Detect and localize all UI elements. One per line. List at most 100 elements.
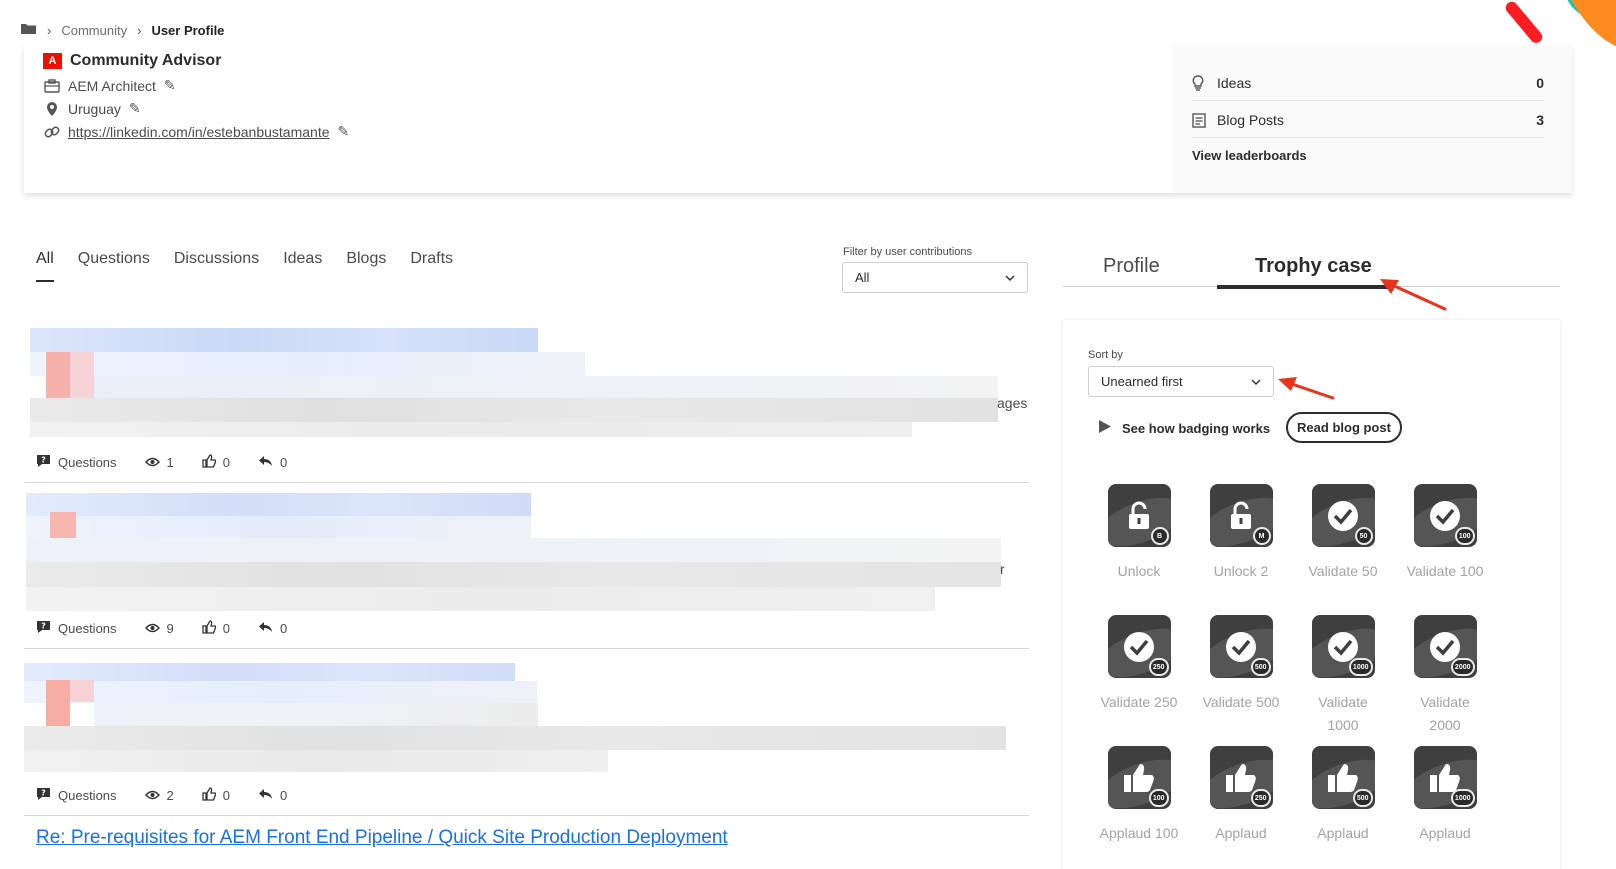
post-divider: [24, 482, 1029, 483]
badge-tile: 250: [1107, 615, 1171, 678]
profile-card: A Community Advisor AEM Architect ✎ Urug…: [24, 45, 1572, 193]
chevron-right-icon: ›: [137, 22, 142, 38]
tab-profile[interactable]: Profile: [1103, 255, 1160, 278]
post-text-fragment: r: [1000, 561, 1005, 577]
tab-ideas[interactable]: Ideas: [283, 250, 322, 268]
community-rank: A Community Advisor: [43, 52, 221, 70]
likes-value: 0: [222, 788, 231, 803]
blog-post-icon: [1192, 112, 1208, 128]
filter-label: Filter by user contributions: [843, 246, 972, 258]
badge-tile: 250: [1209, 746, 1273, 809]
badge-item[interactable]: 500 Validate 500: [1190, 615, 1292, 714]
badge-tile: 1000: [1413, 746, 1477, 809]
badge-item[interactable]: 100 Applaud 100: [1088, 746, 1190, 845]
badge-item[interactable]: M Unlock 2: [1190, 484, 1292, 583]
chevron-down-icon: [1005, 270, 1015, 285]
badge-level: B: [1150, 527, 1169, 545]
see-how-badging-works-button[interactable]: See how badging works: [1098, 419, 1270, 437]
badge-name: Applaud: [1215, 825, 1267, 841]
replies-count: 0: [258, 455, 287, 470]
badge-name: Validate 250: [1100, 694, 1178, 710]
badge-level: 50: [1354, 527, 1373, 545]
badge-level: 250: [1250, 789, 1271, 807]
likes-value: 0: [222, 621, 231, 636]
badge-tile: 100: [1413, 484, 1477, 547]
badge-item[interactable]: 1000 Applaud: [1394, 746, 1496, 845]
eye-icon: [144, 455, 160, 470]
badge-item[interactable]: 2000 Validate 2000: [1394, 615, 1496, 737]
edit-pencil-icon[interactable]: ✎: [129, 100, 141, 117]
likes-count: 0: [202, 620, 230, 637]
chevron-down-icon: [1251, 374, 1261, 389]
badge-item[interactable]: 50 Validate 50: [1292, 484, 1394, 583]
view-leaderboards-link[interactable]: View leaderboards: [1192, 148, 1307, 163]
location-pin-icon: [44, 101, 60, 117]
location-row: Uruguay ✎: [44, 100, 141, 117]
badge-name: Validate 500: [1202, 694, 1280, 710]
thumbs-up-icon: [202, 620, 216, 637]
badge-item[interactable]: B Unlock: [1088, 484, 1190, 583]
badge-name: Applaud: [1317, 825, 1369, 841]
location: Uruguay: [68, 100, 121, 117]
thread-title-link[interactable]: Re: Pre-requisites for AEM Front End Pip…: [36, 827, 728, 849]
badge-level: 2000: [1450, 658, 1475, 676]
badge-name: Unlock: [1117, 563, 1161, 579]
thumbs-up-icon: [202, 454, 216, 471]
badge-level: 100: [1148, 789, 1169, 807]
tab-drafts[interactable]: Drafts: [410, 250, 453, 268]
badge-name: Validate 1000: [1318, 694, 1368, 733]
stat-value: 3: [1536, 112, 1544, 128]
post-meta: ? Questions 2 0 0: [36, 787, 315, 804]
badge-item[interactable]: 100 Validate 100: [1394, 484, 1496, 583]
views-value: 1: [166, 455, 174, 470]
badge-item[interactable]: 250 Validate 250: [1088, 615, 1190, 714]
badge-name: Validate 2000: [1420, 694, 1470, 733]
annotation-arrow-icon: [1278, 377, 1335, 400]
badge-name: Applaud 100: [1099, 825, 1179, 841]
views-value: 2: [166, 788, 174, 803]
content-tabs: All Questions Discussions Ideas Blogs Dr…: [36, 250, 453, 282]
tab-blogs[interactable]: Blogs: [346, 250, 386, 268]
lightbulb-icon: [1192, 75, 1208, 91]
views-count: 9: [144, 621, 174, 636]
post-type: ? Questions: [36, 787, 117, 804]
post-divider: [24, 815, 1029, 816]
badge-item[interactable]: 1000 Validate 1000: [1292, 615, 1394, 737]
profile-link[interactable]: https://linkedin.com/in/estebanbustamant…: [68, 124, 330, 140]
reply-icon: [258, 621, 273, 636]
post-text-fragment: ages: [997, 395, 1028, 411]
read-blog-post-button[interactable]: Read blog post: [1286, 412, 1402, 443]
likes-value: 0: [222, 455, 231, 470]
breadcrumb-community[interactable]: Community: [61, 23, 127, 38]
briefcase-icon: [44, 78, 60, 94]
badge-item[interactable]: 250 Applaud: [1190, 746, 1292, 845]
tab-questions[interactable]: Questions: [78, 250, 150, 268]
badge-item[interactable]: 500 Applaud: [1292, 746, 1394, 845]
question-icon: ?: [36, 620, 51, 637]
filter-value: All: [855, 270, 870, 285]
filter-select[interactable]: All: [842, 262, 1028, 293]
stat-label: Ideas: [1217, 75, 1252, 91]
link-icon: [44, 124, 60, 140]
views-count: 1: [144, 455, 174, 470]
badge-level: 1000: [1348, 658, 1373, 676]
edit-pencil-icon[interactable]: ✎: [338, 123, 350, 140]
active-tab-underline: [1217, 285, 1390, 289]
tab-trophy-case[interactable]: Trophy case: [1255, 255, 1372, 278]
tab-all[interactable]: All: [36, 250, 54, 282]
sort-select[interactable]: Unearned first: [1088, 366, 1274, 397]
replies-value: 0: [280, 455, 288, 470]
svg-text:?: ?: [41, 622, 46, 631]
job-title: AEM Architect: [68, 77, 156, 94]
badge-name: Validate 50: [1308, 563, 1378, 579]
job-title-row: AEM Architect ✎: [44, 77, 176, 94]
tab-discussions[interactable]: Discussions: [174, 250, 259, 268]
edit-pencil-icon[interactable]: ✎: [164, 77, 176, 94]
link-row: https://linkedin.com/in/estebanbustamant…: [44, 123, 349, 140]
badge-level: 500: [1250, 658, 1271, 676]
rank-label: Community Advisor: [70, 52, 222, 69]
badge-name: Applaud: [1419, 825, 1471, 841]
folder-icon[interactable]: [20, 22, 37, 38]
side-tabs: Profile Trophy case: [1063, 250, 1560, 287]
replies-value: 0: [280, 621, 288, 636]
